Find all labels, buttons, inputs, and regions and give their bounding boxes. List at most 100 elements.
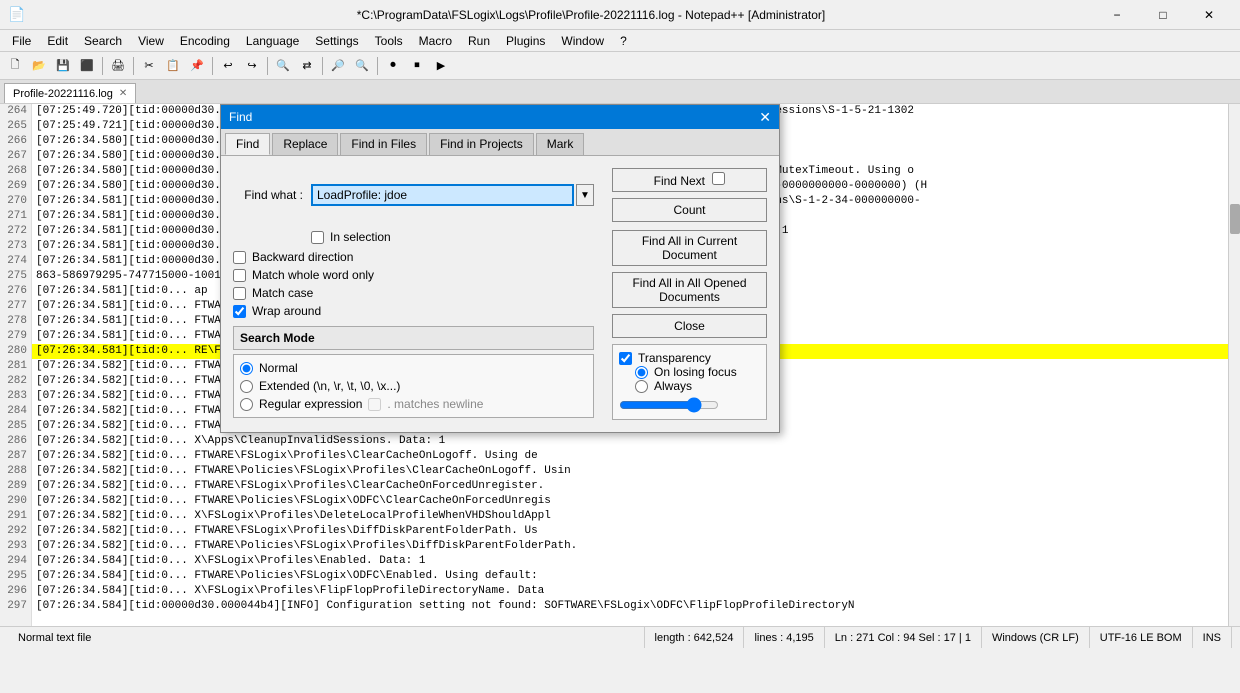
- count-button[interactable]: Count: [612, 198, 767, 222]
- on-losing-focus-label: On losing focus: [654, 365, 737, 379]
- maximize-button[interactable]: □: [1140, 0, 1186, 30]
- tb-macro-stop[interactable]: ⏹: [406, 55, 428, 77]
- tab-close-icon[interactable]: ✕: [119, 88, 127, 99]
- extended-mode-label: Extended (\n, \r, \t, \0, \x...): [259, 379, 400, 393]
- editor-line-291: [07:26:34.582][tid:0... X\FSLogix\Profil…: [32, 509, 1228, 524]
- line-number-270: 270: [0, 194, 31, 209]
- tb-find[interactable]: 🔍: [272, 55, 294, 77]
- find-what-dropdown[interactable]: ▼: [576, 184, 594, 206]
- line-number-283: 283: [0, 389, 31, 404]
- wrap-around-checkbox[interactable]: [233, 305, 246, 318]
- search-mode-title: Search Mode: [233, 326, 594, 350]
- close-button-find[interactable]: Close: [612, 314, 767, 338]
- find-tab-replace[interactable]: Replace: [272, 133, 338, 155]
- menu-item-file[interactable]: File: [4, 32, 39, 50]
- in-selection-label: In selection: [330, 230, 391, 244]
- line-number-285: 285: [0, 419, 31, 434]
- tb-saveall[interactable]: ⬛: [76, 55, 98, 77]
- menu-item-search[interactable]: Search: [76, 32, 130, 50]
- menu-item-tools[interactable]: Tools: [367, 32, 411, 50]
- line-number-265: 265: [0, 119, 31, 134]
- tb-macro-play[interactable]: ▶: [430, 55, 452, 77]
- minimize-button[interactable]: −: [1094, 0, 1140, 30]
- backward-direction-option: Backward direction: [233, 250, 594, 264]
- menu-item-encoding[interactable]: Encoding: [172, 32, 238, 50]
- always-radio[interactable]: [635, 380, 648, 393]
- tb-new[interactable]: 🗋: [4, 55, 26, 77]
- close-button[interactable]: ✕: [1186, 0, 1232, 30]
- find-what-input[interactable]: [311, 184, 574, 206]
- transparency-label: Transparency: [638, 351, 711, 365]
- find-tab-find-in-files[interactable]: Find in Files: [340, 133, 427, 155]
- tb-redo[interactable]: ↪: [241, 55, 263, 77]
- menu-item-window[interactable]: Window: [553, 32, 612, 50]
- tb-paste[interactable]: 📌: [186, 55, 208, 77]
- status-lines: lines : 4,195: [744, 627, 824, 648]
- tb-zoom-out[interactable]: 🔍: [351, 55, 373, 77]
- line-number-290: 290: [0, 494, 31, 509]
- menu-item-view[interactable]: View: [130, 32, 172, 50]
- matches-newline-label: . matches newline: [387, 397, 483, 411]
- match-whole-word-checkbox[interactable]: [233, 269, 246, 282]
- tb-replace[interactable]: ⇄: [296, 55, 318, 77]
- line-number-289: 289: [0, 479, 31, 494]
- line-number-279: 279: [0, 329, 31, 344]
- normal-mode-radio[interactable]: [240, 362, 253, 375]
- in-selection-checkbox[interactable]: [311, 231, 324, 244]
- find-dialog-close-button[interactable]: ✕: [759, 109, 771, 126]
- line-number-273: 273: [0, 239, 31, 254]
- always-label: Always: [654, 379, 692, 393]
- line-number-278: 278: [0, 314, 31, 329]
- find-tab-find[interactable]: Find: [225, 133, 270, 155]
- tb-zoom-in[interactable]: 🔎: [327, 55, 349, 77]
- line-numbers: 2642652662672682692702712722732742752762…: [0, 104, 32, 626]
- line-number-286: 286: [0, 434, 31, 449]
- vertical-scrollbar[interactable]: [1228, 104, 1240, 626]
- editor-line-297: [07:26:34.584][tid:00000d30.000044b4][IN…: [32, 599, 1228, 614]
- menu-item-?[interactable]: ?: [612, 32, 635, 50]
- line-number-277: 277: [0, 299, 31, 314]
- editor-line-295: [07:26:34.584][tid:0... FTWARE\Policies\…: [32, 569, 1228, 584]
- extended-mode-radio[interactable]: [240, 380, 253, 393]
- find-all-opened-button[interactable]: Find All in All OpenedDocuments: [612, 272, 767, 308]
- tab-profile-log[interactable]: Profile-20221116.log ✕: [4, 83, 136, 103]
- menu-item-language[interactable]: Language: [238, 32, 307, 50]
- on-losing-focus-radio[interactable]: [635, 366, 648, 379]
- tab-bar: Profile-20221116.log ✕: [0, 80, 1240, 104]
- match-case-option: Match case: [233, 286, 594, 300]
- match-case-checkbox[interactable]: [233, 287, 246, 300]
- tb-undo[interactable]: ↩: [217, 55, 239, 77]
- find-tab-mark[interactable]: Mark: [536, 133, 585, 155]
- transparency-slider[interactable]: [619, 397, 719, 413]
- editor-line-296: [07:26:34.584][tid:0... X\FSLogix\Profil…: [32, 584, 1228, 599]
- line-number-266: 266: [0, 134, 31, 149]
- menu-item-settings[interactable]: Settings: [307, 32, 366, 50]
- tb-macro-rec[interactable]: ⏺: [382, 55, 404, 77]
- menu-item-macro[interactable]: Macro: [411, 32, 460, 50]
- backward-direction-checkbox[interactable]: [233, 251, 246, 264]
- regex-mode-radio[interactable]: [240, 398, 253, 411]
- find-next-button[interactable]: Find Next: [612, 168, 767, 192]
- tb-open[interactable]: 📂: [28, 55, 50, 77]
- line-number-274: 274: [0, 254, 31, 269]
- tb-save[interactable]: 💾: [52, 55, 74, 77]
- status-bar: Normal text file length : 642,524 lines …: [0, 626, 1240, 648]
- menu-item-edit[interactable]: Edit: [39, 32, 76, 50]
- match-whole-word-option: Match whole word only: [233, 268, 594, 282]
- find-dialog: Find ✕ FindReplaceFind in FilesFind in P…: [220, 104, 780, 433]
- tb-cut[interactable]: ✂: [138, 55, 160, 77]
- tb-copy[interactable]: 📋: [162, 55, 184, 77]
- line-number-264: 264: [0, 104, 31, 119]
- menu-item-plugins[interactable]: Plugins: [498, 32, 553, 50]
- find-next-checkbox[interactable]: [712, 172, 725, 185]
- status-ins: INS: [1193, 627, 1232, 648]
- line-number-272: 272: [0, 224, 31, 239]
- menu-item-run[interactable]: Run: [460, 32, 498, 50]
- window-title: *C:\ProgramData\FSLogix\Logs\Profile\Pro…: [88, 8, 1094, 22]
- find-tab-find-in-projects[interactable]: Find in Projects: [429, 133, 534, 155]
- editor-line-293: [07:26:34.582][tid:0... FTWARE\Policies\…: [32, 539, 1228, 554]
- transparency-checkbox[interactable]: [619, 352, 632, 365]
- find-all-in-current-button[interactable]: Find All in CurrentDocument: [612, 230, 767, 266]
- backward-direction-label: Backward direction: [252, 250, 353, 264]
- tb-print[interactable]: 🖨: [107, 55, 129, 77]
